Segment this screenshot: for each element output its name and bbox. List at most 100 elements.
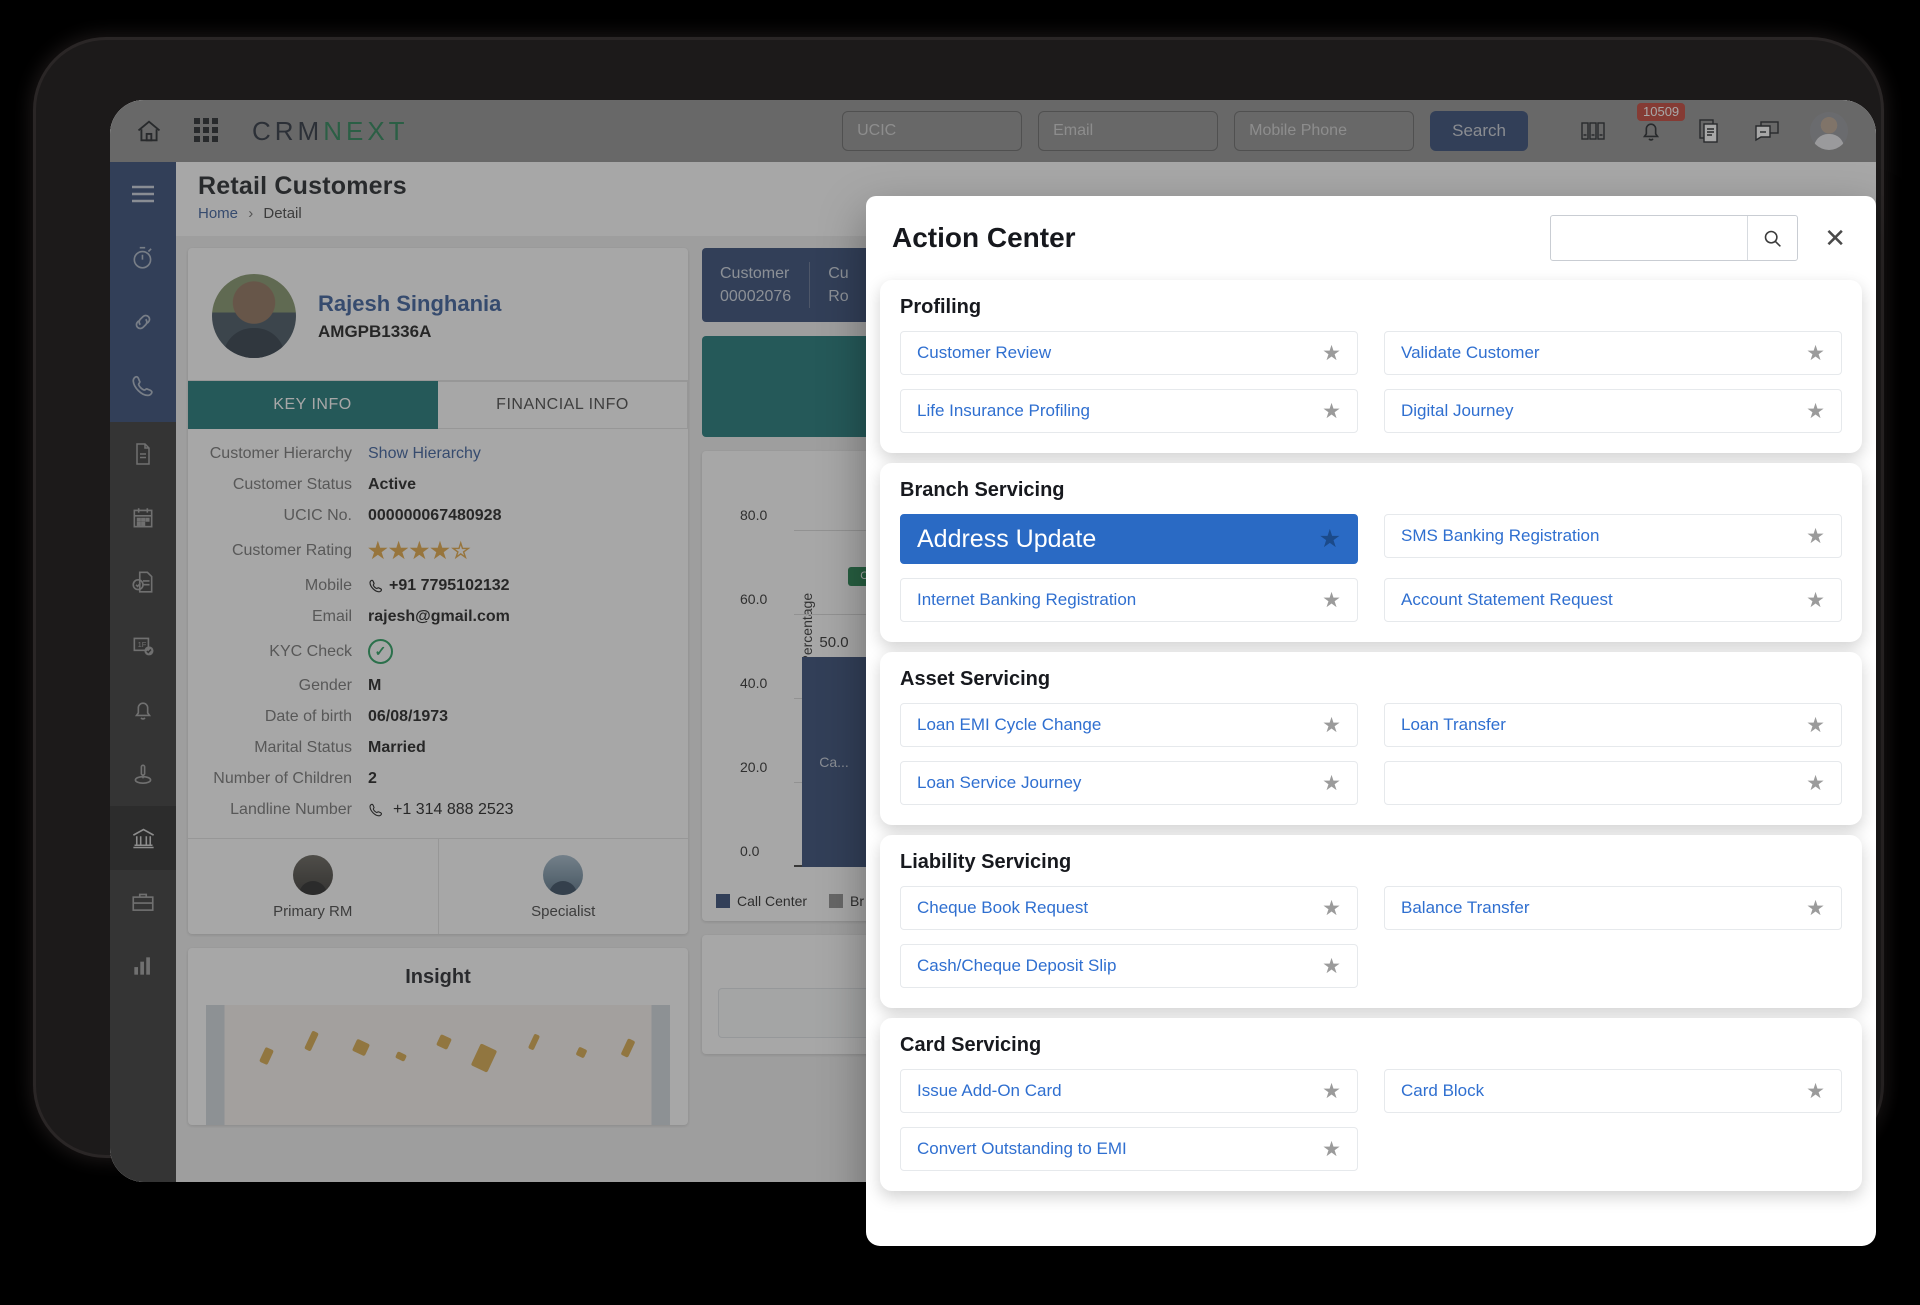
ucic-input[interactable] bbox=[842, 111, 1023, 151]
tile-label: Life Insurance Profiling bbox=[917, 401, 1090, 420]
mobile-phone-input[interactable] bbox=[1234, 111, 1415, 151]
sidebar-item-calendar[interactable] bbox=[110, 486, 176, 550]
tile-empty-slot[interactable]: ★ bbox=[1384, 761, 1842, 805]
sidebar-item-tasks[interactable]: 1F bbox=[110, 614, 176, 678]
field-label: Customer Status bbox=[232, 476, 352, 493]
tab-financial-info[interactable]: FINANCIAL INFO bbox=[438, 381, 688, 429]
user-avatar[interactable] bbox=[1810, 112, 1848, 150]
sidebar-item-menu-toggle[interactable] bbox=[110, 162, 176, 226]
customer-column: Rajesh Singhania AMGPB1336A KEY INFO FIN… bbox=[188, 248, 688, 1170]
sidebar-bottom-section: 1F bbox=[110, 422, 176, 1182]
star-icon[interactable]: ★ bbox=[1322, 773, 1341, 794]
home-icon[interactable] bbox=[132, 114, 166, 148]
star-icon[interactable]: ★ bbox=[1806, 526, 1825, 547]
tile-loan-emi-cycle-change[interactable]: Loan EMI Cycle Change ★ bbox=[900, 703, 1358, 747]
tile-cash-cheque-deposit-slip[interactable]: Cash/Cheque Deposit Slip ★ bbox=[900, 944, 1358, 988]
tile-sms-banking-registration[interactable]: SMS Banking Registration ★ bbox=[1384, 514, 1842, 558]
customer-name[interactable]: Rajesh Singhania bbox=[318, 291, 501, 317]
field-label: Gender bbox=[298, 677, 352, 694]
sidebar-item-links[interactable] bbox=[110, 290, 176, 354]
tile-label: Account Statement Request bbox=[1401, 590, 1613, 609]
tile-digital-journey[interactable]: Digital Journey ★ bbox=[1384, 389, 1842, 433]
action-center-header-controls: ✕ bbox=[1550, 215, 1850, 261]
star-icon[interactable]: ★ bbox=[1322, 1081, 1341, 1102]
tile-label: SMS Banking Registration bbox=[1401, 526, 1600, 545]
tile-balance-transfer[interactable]: Balance Transfer ★ bbox=[1384, 886, 1842, 930]
tile-cheque-book-request[interactable]: Cheque Book Request ★ bbox=[900, 886, 1358, 930]
landline-value: +1 314 888 2523 bbox=[368, 801, 514, 819]
star-icon[interactable]: ★ bbox=[1319, 526, 1341, 552]
field-value: +91 7795102132 bbox=[389, 577, 510, 594]
action-center-search-button[interactable] bbox=[1747, 216, 1797, 260]
sidebar-item-portfolio[interactable] bbox=[110, 870, 176, 934]
action-center-close-button[interactable]: ✕ bbox=[1820, 225, 1850, 251]
tile-card-block[interactable]: Card Block ★ bbox=[1384, 1069, 1842, 1113]
field-label: UCIC No. bbox=[283, 507, 352, 524]
tile-internet-banking-registration[interactable]: Internet Banking Registration ★ bbox=[900, 578, 1358, 622]
star-icon[interactable]: ★ bbox=[1322, 1139, 1341, 1160]
star-icon[interactable]: ★ bbox=[1322, 898, 1341, 919]
star-icon[interactable]: ★ bbox=[1806, 401, 1825, 422]
star-icon[interactable]: ★ bbox=[1806, 773, 1825, 794]
tile-loan-transfer[interactable]: Loan Transfer ★ bbox=[1384, 703, 1842, 747]
notifications-bell-icon[interactable]: 10509 bbox=[1636, 103, 1686, 146]
star-icon[interactable]: ★ bbox=[1322, 590, 1341, 611]
books-icon[interactable] bbox=[1578, 116, 1608, 146]
kpi-customer: Customer 00002076 bbox=[720, 262, 791, 308]
field-date-of-birth: Date of birth 06/08/1973 bbox=[208, 708, 668, 726]
primary-rm[interactable]: Primary RM bbox=[188, 839, 438, 934]
tile-customer-review[interactable]: Customer Review ★ bbox=[900, 331, 1358, 375]
group-tiles: Loan EMI Cycle Change ★ Loan Transfer ★ … bbox=[900, 703, 1842, 805]
breadcrumb-home[interactable]: Home bbox=[198, 205, 238, 222]
sidebar-item-alerts[interactable] bbox=[110, 678, 176, 742]
sidebar-item-reports[interactable] bbox=[110, 934, 176, 998]
sidebar-item-timer[interactable] bbox=[110, 226, 176, 290]
star-icon[interactable]: ★ bbox=[1806, 1081, 1825, 1102]
customer-photo bbox=[212, 274, 296, 358]
group-tiles: Issue Add-On Card ★ Card Block ★ Convert… bbox=[900, 1069, 1842, 1171]
chat-icon[interactable] bbox=[1752, 116, 1782, 146]
chart-ytick: 80.0 bbox=[740, 506, 768, 523]
sidebar-item-bank[interactable] bbox=[110, 806, 176, 870]
field-label: Date of birth bbox=[264, 708, 352, 725]
tile-account-statement-request[interactable]: Account Statement Request ★ bbox=[1384, 578, 1842, 622]
tile-address-update[interactable]: Address Update ★ bbox=[900, 514, 1358, 564]
sidebar-item-approvals[interactable] bbox=[110, 550, 176, 614]
specialist[interactable]: Specialist bbox=[437, 839, 689, 934]
tile-issue-add-on-card[interactable]: Issue Add-On Card ★ bbox=[900, 1069, 1358, 1113]
email-input[interactable] bbox=[1038, 111, 1219, 151]
star-icon[interactable]: ★ bbox=[1806, 590, 1825, 611]
tile-life-insurance-profiling[interactable]: Life Insurance Profiling ★ bbox=[900, 389, 1358, 433]
star-icon[interactable]: ★ bbox=[1806, 715, 1825, 736]
star-icon[interactable]: ★ bbox=[1806, 898, 1825, 919]
customer-header: Rajesh Singhania AMGPB1336A bbox=[188, 248, 688, 380]
sidebar-item-documents[interactable] bbox=[110, 422, 176, 486]
sidebar-item-calls[interactable] bbox=[110, 354, 176, 418]
show-hierarchy-link[interactable]: Show Hierarchy bbox=[368, 445, 481, 463]
field-label: Customer Hierarchy bbox=[209, 445, 352, 462]
legend-swatch bbox=[829, 894, 844, 909]
star-icon[interactable]: ★ bbox=[1322, 401, 1341, 422]
action-center-search-input[interactable] bbox=[1551, 216, 1748, 260]
tile-convert-outstanding-to-emi[interactable]: Convert Outstanding to EMI ★ bbox=[900, 1127, 1358, 1171]
sidebar-item-campaigns[interactable] bbox=[110, 742, 176, 806]
tile-validate-customer[interactable]: Validate Customer ★ bbox=[1384, 331, 1842, 375]
rating-stars: ★★★★☆ bbox=[368, 538, 472, 564]
star-icon[interactable]: ★ bbox=[1322, 343, 1341, 364]
sidebar-top-section bbox=[110, 162, 176, 422]
tile-label: Card Block bbox=[1401, 1081, 1485, 1100]
tile-label: Loan Transfer bbox=[1401, 715, 1506, 734]
star-icon[interactable]: ★ bbox=[1322, 715, 1341, 736]
app-grid-icon[interactable] bbox=[194, 118, 220, 144]
star-icon[interactable]: ★ bbox=[1322, 956, 1341, 977]
search-button[interactable]: Search bbox=[1430, 111, 1528, 151]
tile-label: Internet Banking Registration bbox=[917, 590, 1137, 609]
tile-loan-service-journey[interactable]: Loan Service Journey ★ bbox=[900, 761, 1358, 805]
tab-key-info[interactable]: KEY INFO bbox=[188, 381, 438, 429]
tile-label: Customer Review bbox=[917, 343, 1052, 362]
documents-icon[interactable] bbox=[1694, 116, 1724, 146]
chart-bar-call-center: Ca... bbox=[802, 657, 866, 868]
star-icon[interactable]: ★ bbox=[1806, 343, 1825, 364]
insight-card: Insight bbox=[188, 948, 688, 1125]
group-asset-servicing: Asset Servicing Loan EMI Cycle Change ★ … bbox=[880, 652, 1862, 825]
